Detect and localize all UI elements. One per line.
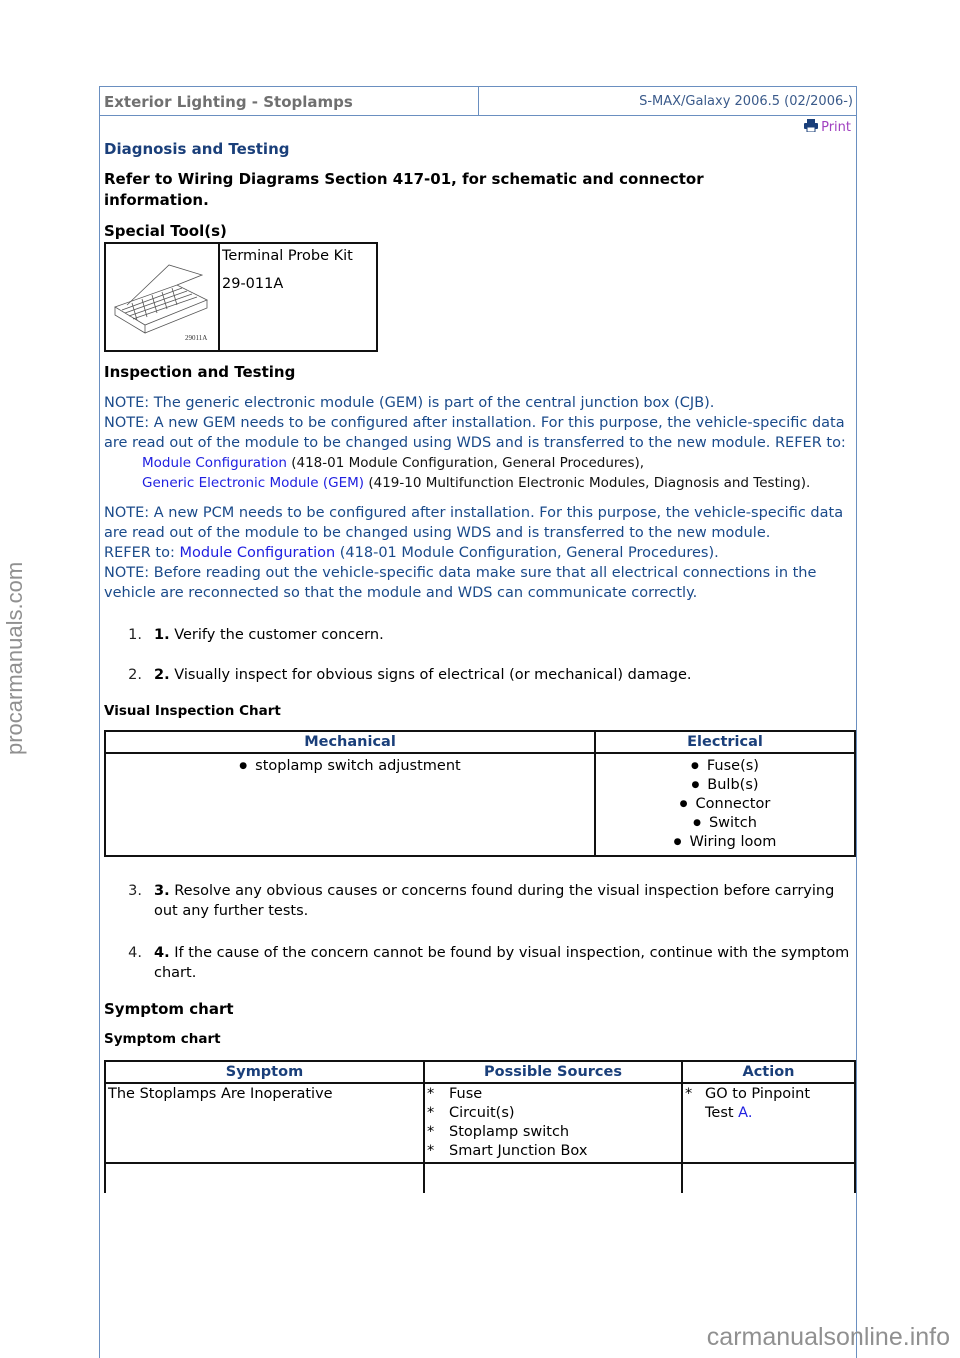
list-item: Bulb(s) [597,776,853,795]
wiring-reference: Refer to Wiring Diagrams Section 417-01,… [104,170,704,209]
tool-image-cell: 29011A [104,242,220,352]
column-header-possible-sources: Possible Sources [423,1060,683,1084]
reference-module-config: Module Configuration (418-01 Module Conf… [142,455,645,471]
source-item: Fuse [449,1086,483,1102]
note-gem-config: NOTE: A new GEM needs to be configured a… [104,415,846,451]
reference-gem: Generic Electronic Module (GEM) (419-10 … [142,475,811,491]
step-item: 1. 1. Verify the customer concern. [128,627,384,643]
printer-icon [804,119,819,132]
section-title: Diagnosis and Testing [104,140,290,158]
action-cell: * GO to Pinpoint Test A. [681,1082,856,1164]
step-item: 4. 4. If the cause of the concern cannot… [128,945,850,981]
symptom-chart-heading: Symptom chart [104,1000,234,1018]
mechanical-cell: stoplamp switch adjustment [104,752,596,857]
watermark-left: procarmanuals.com [2,561,27,755]
special-tools-heading: Special Tool(s) [104,222,227,240]
probe-kit-image: 29011A [114,264,208,342]
link-pinpoint-test-a[interactable]: A. [738,1105,752,1121]
table-row: The Stoplamps Are Inoperative * Fuse * Cir… [104,1082,856,1164]
list-item: stoplamp switch adjustment [107,757,593,776]
tool-info-cell: Terminal Probe Kit 29-011A [218,242,378,352]
note-gem-cjb: NOTE: The generic electronic module (GEM… [104,395,715,411]
step-item: 2. 2. Visually inspect for obvious signs… [128,667,692,683]
note-reconnect: NOTE: Before reading out the vehicle-spe… [104,565,817,601]
special-tools-table: 29011A Terminal Probe Kit 29-011A [104,242,378,352]
column-header-action: Action [681,1060,856,1084]
tool-image-caption: 29011A [185,334,207,342]
page-header: Exterior Lighting - Stoplamps S-MAX/Gala… [100,86,856,116]
column-header-symptom: Symptom [104,1060,425,1084]
source-item: Circuit(s) [449,1105,515,1121]
symptom-table: Symptom Possible Sources Action The Stop… [104,1060,856,1193]
print-row: Print [100,116,856,138]
electrical-cell: Fuse(s) Bulb(s) Connector Switch Wiring … [594,752,856,857]
vehicle-model: S-MAX/Galaxy 2006.5 (02/2006-) [639,94,853,109]
inspection-heading: Inspection and Testing [104,363,296,381]
reference-pcm: REFER to: Module Configuration (418-01 M… [104,545,719,561]
page-title: Exterior Lighting - Stoplamps [100,87,479,115]
visual-chart-title: Visual Inspection Chart [104,703,281,719]
table-row [104,1162,856,1193]
link-module-configuration-2[interactable]: Module Configuration [179,545,335,561]
list-item: Connector [597,795,853,814]
list-item: Wiring loom [597,833,853,852]
source-item: Smart Junction Box [449,1143,588,1159]
link-module-configuration[interactable]: Module Configuration [142,455,287,471]
step-item: 3. 3. Resolve any obvious causes or conc… [128,883,835,919]
column-header-electrical: Electrical [594,730,856,754]
symptom-chart-subheading: Symptom chart [104,1031,221,1047]
watermark-bottom: carmanualsonline.info [706,1323,950,1351]
source-item: Stoplamp switch [449,1124,570,1140]
symptom-cell: The Stoplamps Are Inoperative [104,1082,425,1164]
column-header-mechanical: Mechanical [104,730,596,754]
list-item: Fuse(s) [597,757,853,776]
print-button[interactable]: Print [804,119,851,135]
list-item: Switch [597,814,853,833]
manual-page: Exterior Lighting - Stoplamps S-MAX/Gala… [99,86,857,1358]
visual-inspection-table: Mechanical Electrical stoplamp switch ad… [104,730,856,857]
link-generic-electronic-module[interactable]: Generic Electronic Module (GEM) [142,475,364,491]
print-label: Print [821,120,851,135]
tool-name: Terminal Probe Kit [222,248,353,264]
note-pcm-config: NOTE: A new PCM needs to be configured a… [104,505,844,541]
sources-cell: * Fuse * Circuit(s) * Stoplamp switch * Smar… [423,1082,683,1164]
tool-number: 29-011A [222,276,284,292]
